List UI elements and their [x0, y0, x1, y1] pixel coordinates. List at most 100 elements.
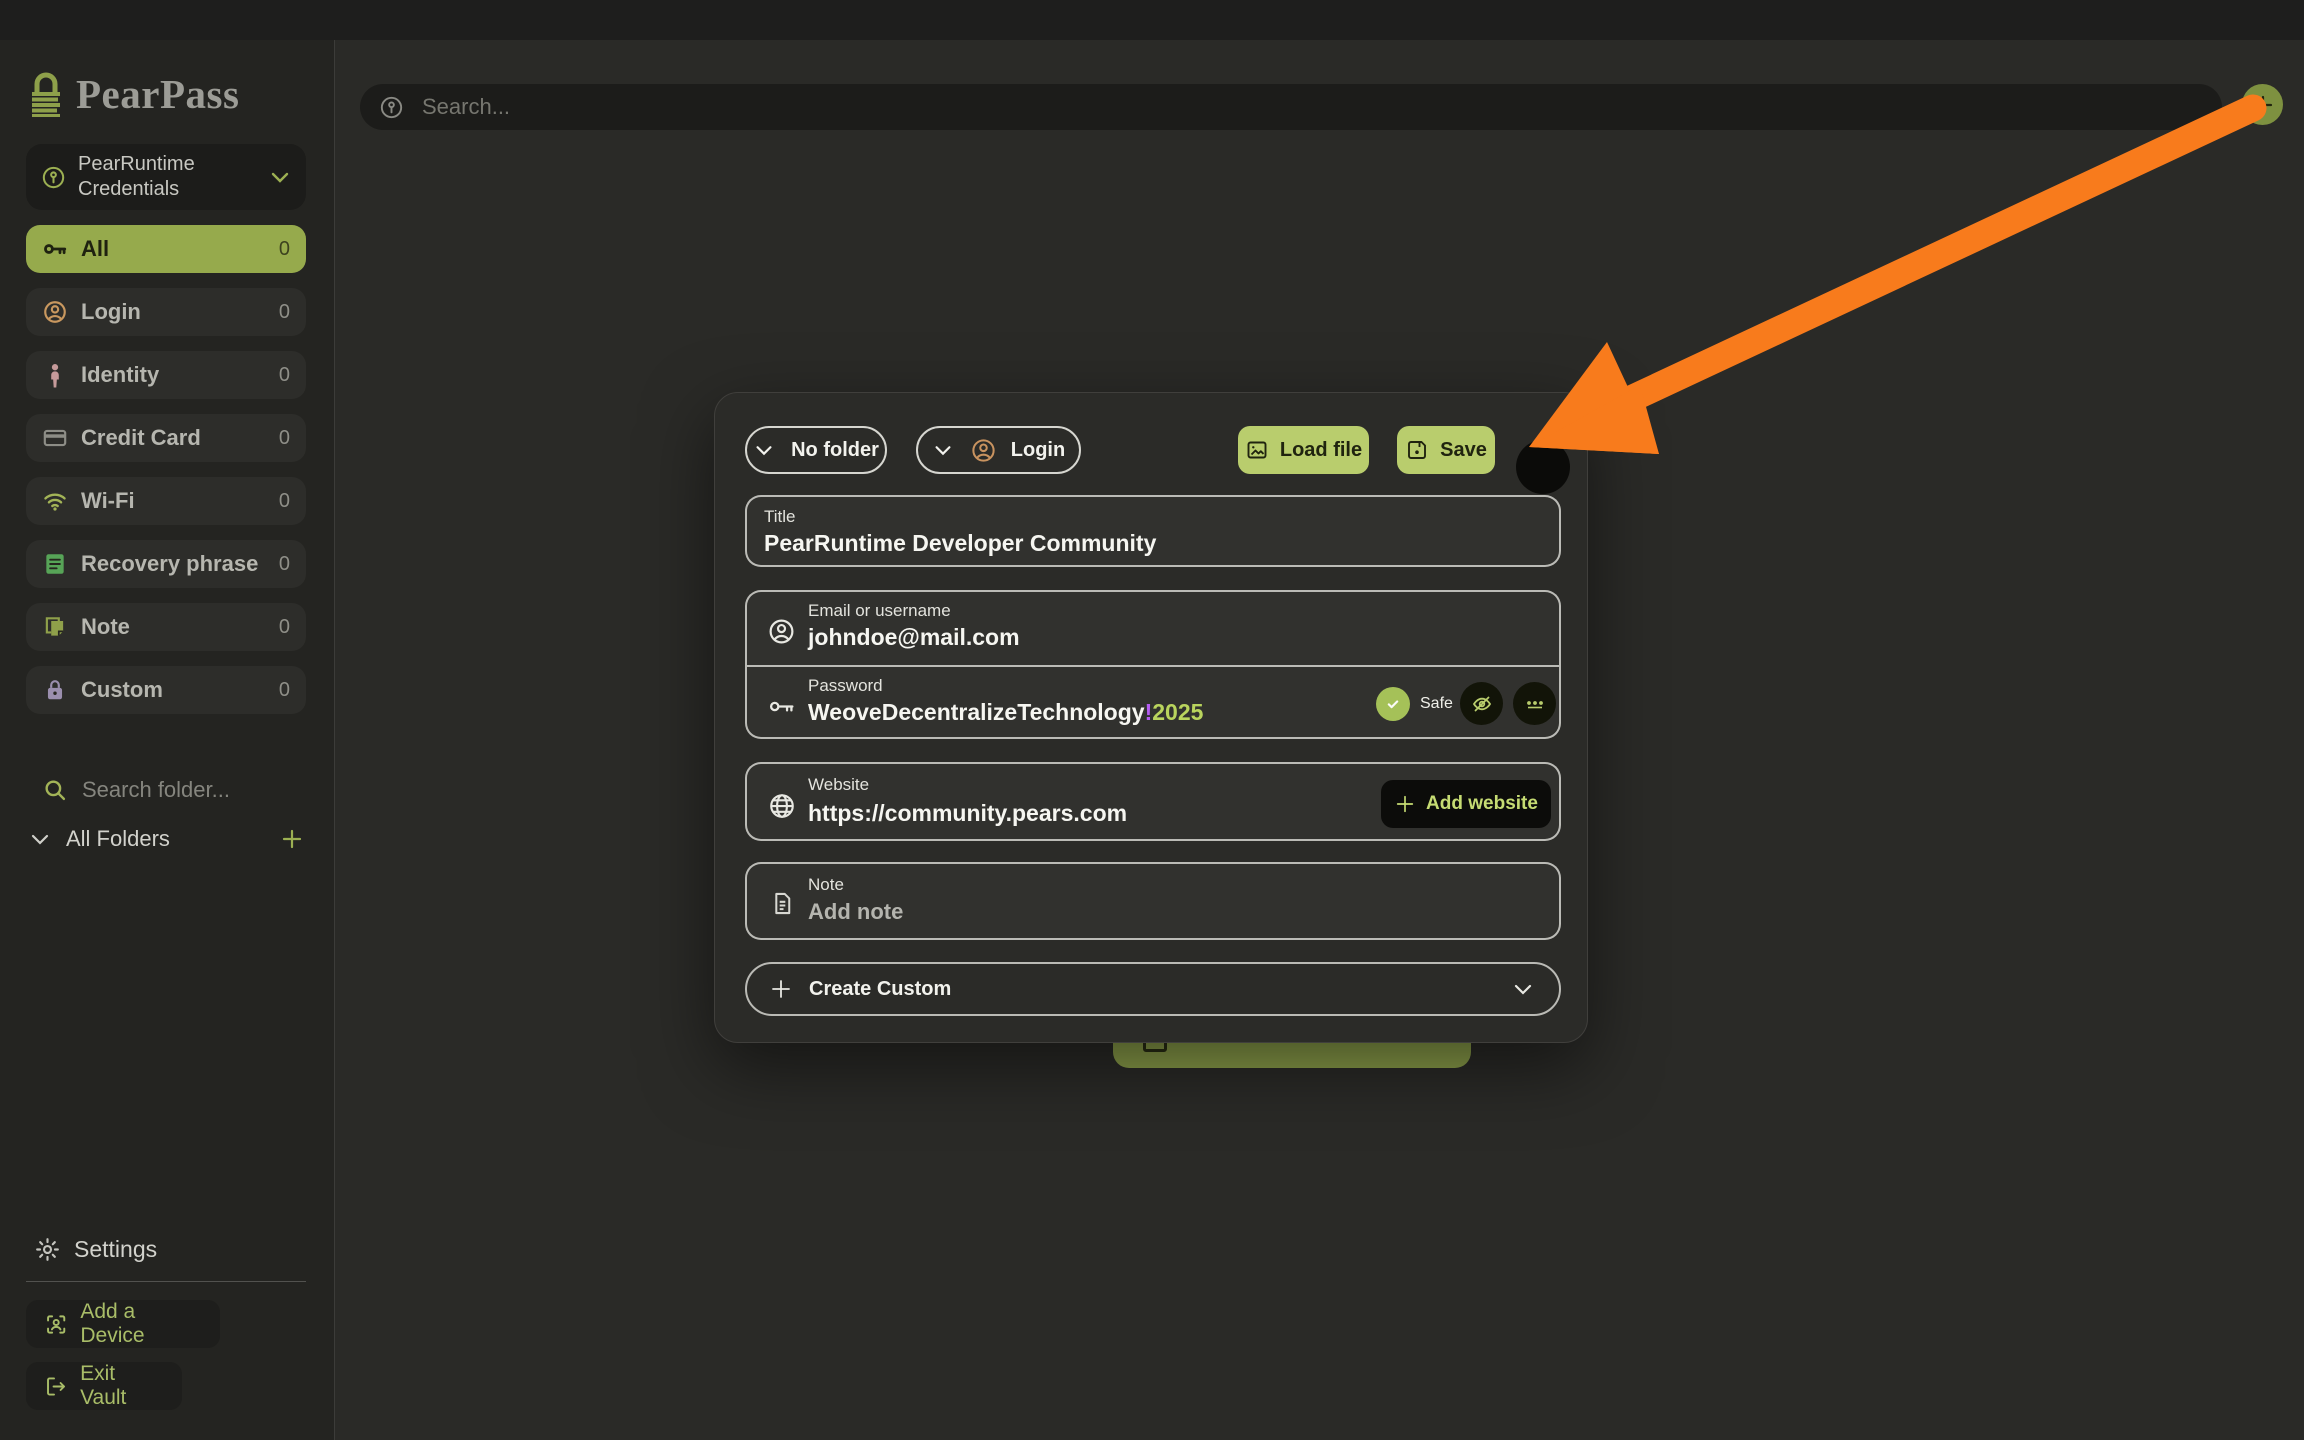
- password-field-label: Password: [808, 676, 883, 696]
- chevron-down-icon: [268, 165, 292, 189]
- sidebar-item-label: All: [81, 236, 109, 262]
- sidebar-item-identity[interactable]: Identity 0: [26, 351, 306, 399]
- vault-selector[interactable]: PearRuntime Credentials: [26, 144, 306, 210]
- settings-label: Settings: [74, 1236, 157, 1263]
- toggle-password-visibility-button[interactable]: [1460, 682, 1503, 725]
- chevron-down-icon[interactable]: [28, 827, 52, 851]
- person-icon: [42, 362, 68, 388]
- note-field-placeholder: Add note: [808, 899, 903, 925]
- more-options-button[interactable]: [1516, 440, 1570, 494]
- website-field-value: https://community.pears.com: [808, 800, 1127, 827]
- ellipsis-icon: [1523, 692, 1547, 716]
- plus-icon: [1394, 793, 1416, 815]
- email-field[interactable]: Email or username johndoe@mail.com: [747, 592, 1559, 665]
- note-field-label: Note: [808, 875, 844, 895]
- sidebar-item-label: Login: [81, 299, 141, 325]
- recovery-phrase-icon: [42, 551, 68, 577]
- password-options-button[interactable]: [1513, 682, 1556, 725]
- create-custom-button[interactable]: Create Custom: [745, 962, 1561, 1016]
- title-field[interactable]: Title PearRuntime Developer Community: [745, 495, 1561, 567]
- global-search[interactable]: [360, 84, 2222, 130]
- add-folder-icon[interactable]: [280, 827, 304, 851]
- folder-search[interactable]: [26, 776, 306, 804]
- key-icon: [767, 692, 796, 721]
- sidebar-item-count: 0: [279, 553, 290, 576]
- sidebar-item-count: 0: [279, 301, 290, 324]
- padlock-icon: [42, 677, 68, 703]
- title-field-label: Title: [764, 507, 796, 527]
- wifi-icon: [42, 488, 68, 514]
- credit-card-icon: [42, 425, 68, 451]
- app-name: PearPass: [76, 70, 239, 118]
- lock-logo-icon: [26, 71, 66, 117]
- sidebar-item-label: Identity: [81, 362, 159, 388]
- note-field[interactable]: Note Add note: [745, 862, 1561, 940]
- exit-vault-label: Exit Vault: [80, 1362, 164, 1410]
- folder-dropdown-label: No folder: [791, 439, 879, 462]
- person-scan-icon: [44, 1312, 68, 1337]
- load-file-button[interactable]: Load file: [1238, 426, 1369, 474]
- circle-key-icon: [378, 94, 405, 121]
- main-area: No folder Login Load file: [336, 40, 2304, 1440]
- load-file-label: Load file: [1280, 439, 1362, 462]
- app-logo: PearPass: [26, 70, 306, 118]
- window-titlebar: [0, 0, 2304, 40]
- folder-dropdown[interactable]: No folder: [745, 426, 887, 474]
- password-field-value: WeoveDecentralizeTechnology!2025: [808, 699, 1203, 726]
- sidebar-item-login[interactable]: Login 0: [26, 288, 306, 336]
- search-icon: [42, 777, 68, 803]
- gear-icon: [34, 1236, 61, 1263]
- all-folders-row[interactable]: All Folders: [26, 826, 306, 852]
- sidebar-item-recovery-phrase[interactable]: Recovery phrase 0: [26, 540, 306, 588]
- sidebar-item-count: 0: [279, 364, 290, 387]
- create-custom-label: Create Custom: [809, 978, 951, 1001]
- sidebar-item-custom[interactable]: Custom 0: [26, 666, 306, 714]
- sidebar-item-wifi[interactable]: Wi-Fi 0: [26, 477, 306, 525]
- plus-icon: [2251, 93, 2275, 117]
- app-root: PearPass PearRuntime Credentials All 0: [0, 0, 2304, 1440]
- sidebar-item-note[interactable]: Note 0: [26, 603, 306, 651]
- vault-selector-label: PearRuntime Credentials: [78, 152, 268, 202]
- note-icon: [42, 614, 68, 640]
- save-button[interactable]: Save: [1397, 426, 1495, 474]
- website-field[interactable]: Website https://community.pears.com Add …: [745, 762, 1561, 841]
- image-icon: [1245, 438, 1269, 462]
- save-label: Save: [1440, 439, 1487, 462]
- password-strength-label: Safe: [1420, 695, 1453, 713]
- type-dropdown[interactable]: Login: [916, 426, 1081, 474]
- sidebar: PearPass PearRuntime Credentials All 0: [0, 40, 335, 1440]
- sidebar-item-label: Credit Card: [81, 425, 201, 451]
- sidebar-item-label: Custom: [81, 677, 163, 703]
- document-icon: [769, 890, 796, 917]
- add-website-label: Add website: [1426, 793, 1538, 815]
- folder-search-input[interactable]: [80, 776, 280, 804]
- check-icon: [1376, 687, 1410, 721]
- settings-button[interactable]: Settings: [26, 1236, 306, 1263]
- sidebar-item-count: 0: [279, 427, 290, 450]
- title-field-value: PearRuntime Developer Community: [764, 530, 1156, 557]
- sidebar-item-all[interactable]: All 0: [26, 225, 306, 273]
- sidebar-categories: All 0 Login 0 Ident: [26, 225, 306, 714]
- circle-key-icon: [40, 164, 67, 191]
- user-circle-icon: [767, 617, 796, 646]
- password-text: WeoveDecentralizeTechnology: [808, 699, 1145, 725]
- exit-icon: [44, 1374, 68, 1399]
- sidebar-item-credit-card[interactable]: Credit Card 0: [26, 414, 306, 462]
- globe-icon: [767, 791, 797, 821]
- sidebar-bottom: Settings Add a Device: [26, 1236, 306, 1410]
- chevron-down-icon: [1511, 977, 1535, 1001]
- plus-icon: [769, 977, 793, 1001]
- password-strength-badge: Safe: [1376, 687, 1453, 721]
- add-device-button[interactable]: Add a Device: [26, 1300, 220, 1348]
- add-device-label: Add a Device: [80, 1300, 202, 1348]
- password-field[interactable]: Password WeoveDecentralizeTechnology!202…: [747, 667, 1559, 740]
- password-year: 2025: [1152, 699, 1203, 725]
- user-circle-icon: [970, 437, 997, 464]
- eye-off-icon: [1470, 692, 1494, 716]
- email-field-value: johndoe@mail.com: [808, 624, 1020, 651]
- add-entry-button[interactable]: [2242, 84, 2283, 125]
- add-website-button[interactable]: Add website: [1381, 780, 1551, 828]
- sidebar-item-label: Wi-Fi: [81, 488, 135, 514]
- global-search-input[interactable]: [420, 93, 2204, 121]
- exit-vault-button[interactable]: Exit Vault: [26, 1362, 182, 1410]
